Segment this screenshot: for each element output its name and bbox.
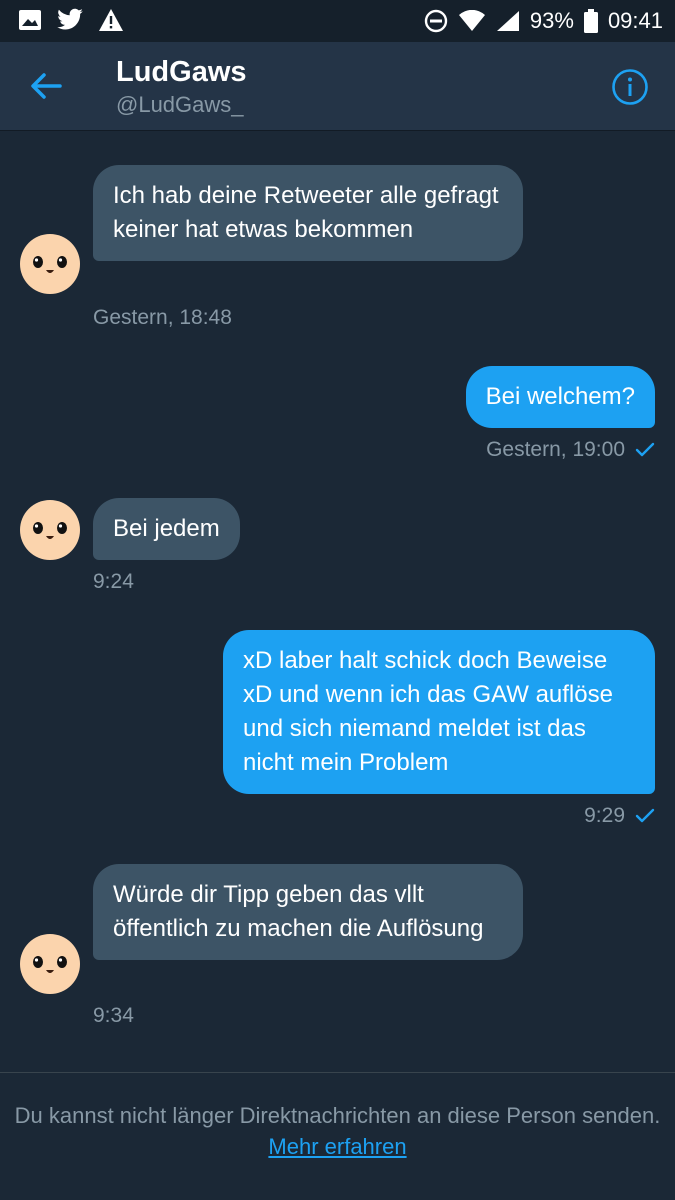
back-arrow-icon[interactable] <box>26 66 66 106</box>
contact-name: LudGaws <box>116 56 247 88</box>
message-timestamp: 9:34 <box>93 1004 134 1027</box>
message-timestamp: 9:29 <box>584 804 625 827</box>
incoming-message-bubble[interactable]: Würde dir Tipp geben das vllt öffentlich… <box>93 864 523 960</box>
sent-check-icon <box>635 442 655 457</box>
message-meta: 9:29 <box>584 804 655 828</box>
message-thread: Ich hab deine Retweeter alle gefragt kei… <box>0 130 675 1070</box>
signal-icon <box>496 11 519 31</box>
avatar[interactable] <box>20 934 80 994</box>
notice-text: Du kannst nicht länger Direktnachrichten… <box>14 1103 661 1128</box>
battery-percent: 93% <box>529 8 574 33</box>
sent-check-icon <box>635 808 655 823</box>
clock: 09:41 <box>607 8 663 33</box>
incoming-message-bubble[interactable]: Ich hab deine Retweeter alle gefragt kei… <box>93 165 523 261</box>
do-not-disturb-icon <box>424 9 448 33</box>
twitter-notification-icon <box>57 8 83 30</box>
incoming-message-bubble[interactable]: Bei jedem <box>93 498 240 560</box>
battery-icon <box>583 9 598 33</box>
warning-notification-icon <box>99 9 123 31</box>
wifi-icon <box>458 10 485 31</box>
message-meta: Gestern, 19:00 <box>486 438 655 462</box>
footer-divider <box>0 1072 675 1073</box>
message-timestamp: Gestern, 19:00 <box>486 438 625 461</box>
conversation-header: LudGaws @LudGaws_ <box>0 42 675 130</box>
avatar[interactable] <box>20 234 80 294</box>
outgoing-message-bubble[interactable]: Bei welchem? <box>465 366 655 428</box>
outgoing-message-bubble[interactable]: xD laber halt schick doch Beweise xD und… <box>223 630 655 794</box>
status-bar: 93% 09:41 <box>0 0 675 42</box>
dm-disabled-notice: Du kannst nicht länger Direktnachrichten… <box>0 1100 675 1162</box>
learn-more-link[interactable]: Mehr erfahren <box>268 1134 406 1159</box>
avatar[interactable] <box>20 500 80 560</box>
contact-handle: @LudGaws_ <box>116 92 244 117</box>
info-icon[interactable] <box>611 68 649 106</box>
message-timestamp: 9:24 <box>93 570 134 593</box>
image-notification-icon <box>19 10 41 30</box>
message-timestamp: Gestern, 18:48 <box>93 306 232 329</box>
